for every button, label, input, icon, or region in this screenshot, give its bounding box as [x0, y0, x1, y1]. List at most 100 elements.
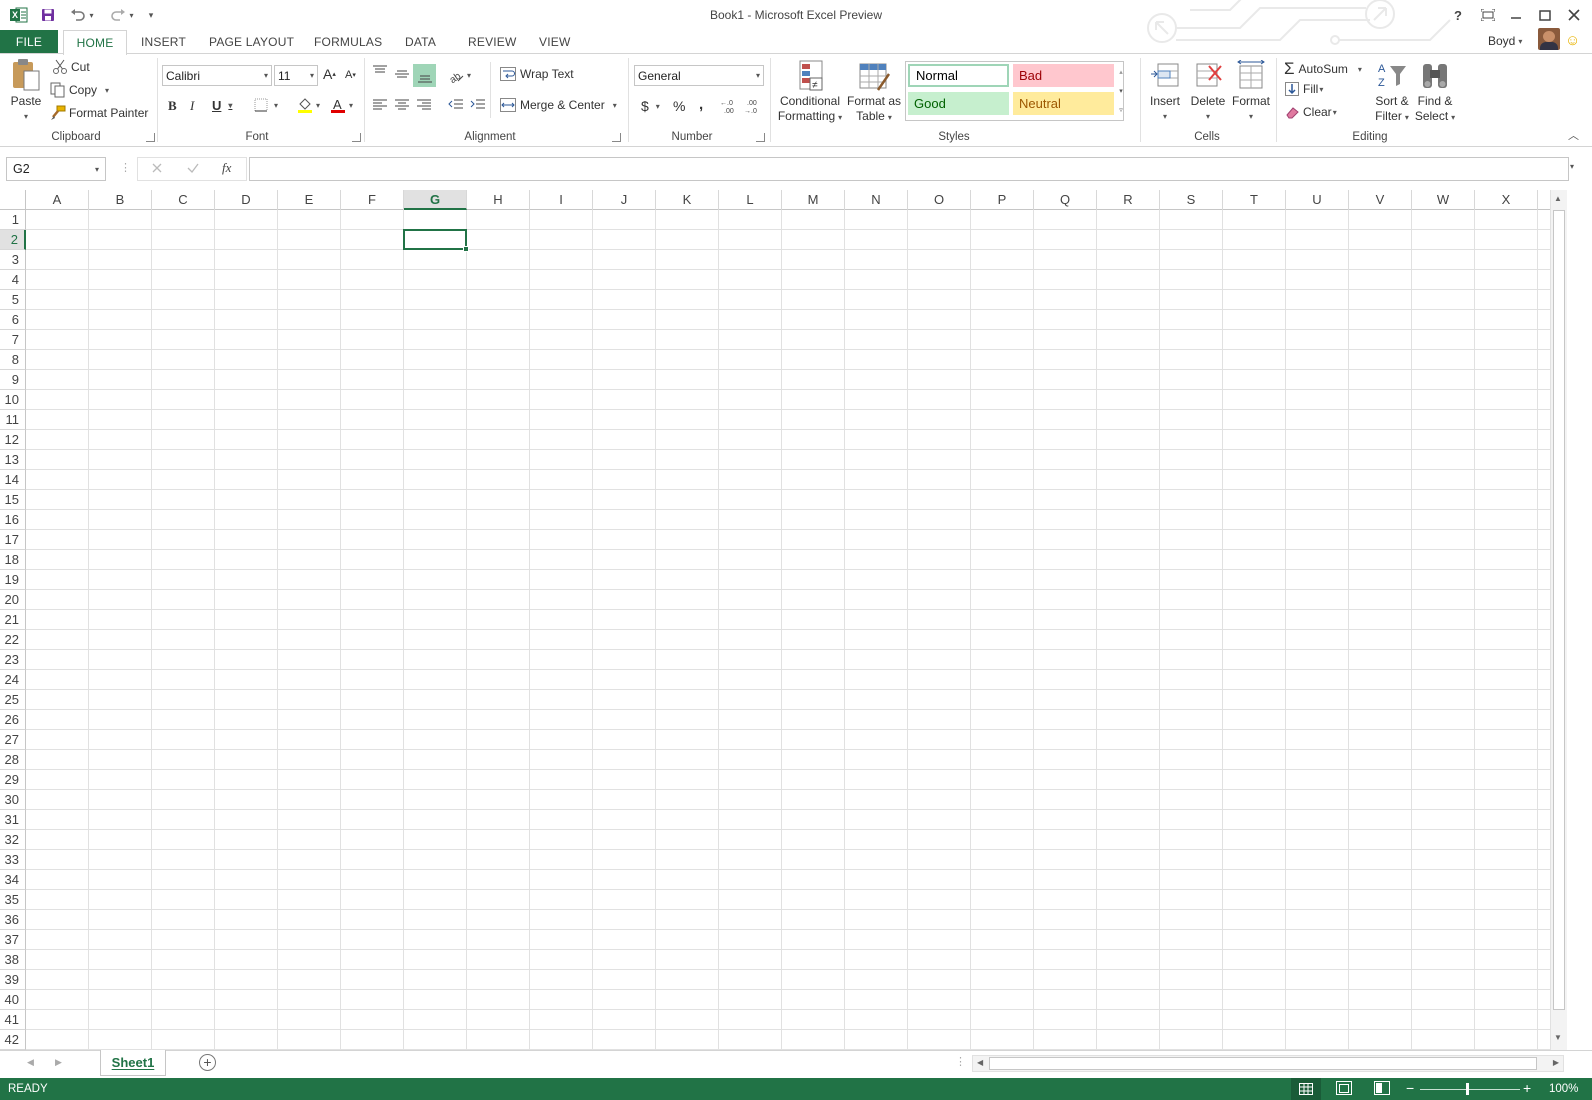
tab-insert[interactable]: INSERT: [129, 30, 198, 54]
tab-view[interactable]: VIEW: [527, 30, 582, 54]
delete-cells-button[interactable]: Delete ▾: [1188, 60, 1228, 124]
style-normal[interactable]: Normal: [908, 64, 1009, 87]
increase-indent-icon[interactable]: [470, 98, 486, 115]
sort-filter-button[interactable]: AZ Sort & Filter ▾: [1372, 60, 1412, 125]
name-box[interactable]: G2 ▾: [6, 157, 106, 181]
column-header-e[interactable]: E: [278, 190, 341, 210]
column-header-v[interactable]: V: [1349, 190, 1412, 210]
normal-view-icon[interactable]: [1291, 1078, 1321, 1100]
tab-formulas[interactable]: FORMULAS: [302, 30, 394, 54]
italic-button[interactable]: I: [190, 98, 194, 114]
row-header-30[interactable]: 30: [0, 790, 26, 810]
column-header-p[interactable]: P: [971, 190, 1034, 210]
middle-align-icon[interactable]: [394, 67, 410, 86]
column-header-w[interactable]: W: [1412, 190, 1475, 210]
borders-button[interactable]: ▾: [254, 98, 278, 112]
fill-handle[interactable]: [463, 246, 469, 252]
column-header-l[interactable]: L: [719, 190, 782, 210]
row-header-18[interactable]: 18: [0, 550, 26, 570]
row-header-25[interactable]: 25: [0, 690, 26, 710]
tab-split-grip-icon[interactable]: ⋮: [955, 1055, 966, 1068]
column-header-s[interactable]: S: [1160, 190, 1223, 210]
row-header-4[interactable]: 4: [0, 270, 26, 290]
minimize-icon[interactable]: [1502, 4, 1530, 26]
row-header-38[interactable]: 38: [0, 950, 26, 970]
row-header-27[interactable]: 27: [0, 730, 26, 750]
gallery-scroll-down-icon[interactable]: ▾: [1117, 82, 1125, 101]
name-box-dropdown-icon[interactable]: ▾: [95, 165, 99, 174]
cancel-entry-icon[interactable]: [151, 161, 163, 178]
zoom-level[interactable]: 100%: [1549, 1083, 1578, 1095]
row-header-33[interactable]: 33: [0, 850, 26, 870]
vertical-scrollbar[interactable]: ▲ ▼: [1550, 190, 1567, 1050]
fill-color-button[interactable]: ▾: [297, 97, 320, 113]
align-right-icon[interactable]: [416, 98, 432, 115]
tab-data[interactable]: DATA: [393, 30, 448, 54]
selected-cell[interactable]: [403, 229, 469, 252]
row-header-37[interactable]: 37: [0, 930, 26, 950]
row-header-41[interactable]: 41: [0, 1010, 26, 1030]
gallery-more-icon[interactable]: ▿: [1117, 101, 1125, 120]
prev-sheet-icon[interactable]: ◀: [27, 1057, 34, 1068]
enter-checkmark-icon[interactable]: [186, 161, 200, 178]
column-header-t[interactable]: T: [1223, 190, 1286, 210]
help-button[interactable]: ?: [1444, 4, 1472, 26]
row-header-29[interactable]: 29: [0, 770, 26, 790]
increase-font-size-icon[interactable]: A ▴: [323, 66, 336, 82]
autosum-button[interactable]: Σ AutoSum ▾: [1284, 59, 1362, 79]
conditional-formatting-button[interactable]: ≠ Conditional Formatting ▾: [774, 60, 846, 125]
row-header-15[interactable]: 15: [0, 490, 26, 510]
wrap-text-button[interactable]: Wrap Text: [500, 67, 574, 81]
row-header-8[interactable]: 8: [0, 350, 26, 370]
tab-file[interactable]: FILE: [0, 30, 58, 54]
row-header-6[interactable]: 6: [0, 310, 26, 330]
row-header-11[interactable]: 11: [0, 410, 26, 430]
number-dialog-launcher[interactable]: [756, 133, 765, 142]
row-header-7[interactable]: 7: [0, 330, 26, 350]
row-header-36[interactable]: 36: [0, 910, 26, 930]
cut-button[interactable]: Cut: [52, 59, 90, 75]
page-layout-view-icon[interactable]: [1336, 1081, 1352, 1098]
smiley-feedback-icon[interactable]: ☺: [1565, 32, 1580, 49]
sheet-tab-sheet1[interactable]: Sheet1: [100, 1050, 166, 1076]
font-color-button[interactable]: A ▾: [330, 97, 353, 114]
increase-decimal-icon[interactable]: ←.0.00: [720, 97, 740, 118]
row-header-19[interactable]: 19: [0, 570, 26, 590]
currency-button[interactable]: $ ▾: [641, 98, 660, 114]
bold-button[interactable]: B: [168, 98, 177, 114]
number-format-combo[interactable]: General ▾: [634, 65, 764, 86]
row-header-35[interactable]: 35: [0, 890, 26, 910]
copy-button[interactable]: Copy ▾: [50, 82, 109, 98]
column-header-u[interactable]: U: [1286, 190, 1349, 210]
row-header-17[interactable]: 17: [0, 530, 26, 550]
row-header-31[interactable]: 31: [0, 810, 26, 830]
column-header-j[interactable]: J: [593, 190, 656, 210]
row-header-22[interactable]: 22: [0, 630, 26, 650]
decrease-indent-icon[interactable]: [448, 98, 464, 115]
clear-button[interactable]: Clear ▾: [1285, 105, 1337, 119]
align-center-icon[interactable]: [394, 98, 410, 115]
insert-function-icon[interactable]: fx: [222, 160, 231, 176]
zoom-slider[interactable]: [1420, 1089, 1520, 1090]
underline-button[interactable]: U ▾: [212, 98, 232, 113]
zoom-out-icon[interactable]: −: [1406, 1080, 1414, 1096]
formula-input[interactable]: [249, 157, 1569, 181]
row-header-39[interactable]: 39: [0, 970, 26, 990]
row-header-2[interactable]: 2: [0, 230, 26, 250]
row-header-42[interactable]: 42: [0, 1030, 26, 1050]
row-header-16[interactable]: 16: [0, 510, 26, 530]
row-header-1[interactable]: 1: [0, 210, 26, 230]
avatar[interactable]: [1538, 28, 1560, 50]
column-header-d[interactable]: D: [215, 190, 278, 210]
tab-page-layout[interactable]: PAGE LAYOUT: [197, 30, 306, 54]
fill-button[interactable]: Fill ▾: [1285, 82, 1323, 96]
style-bad[interactable]: Bad: [1013, 64, 1114, 87]
column-header-b[interactable]: B: [89, 190, 152, 210]
cells-area[interactable]: [26, 210, 1567, 1050]
row-header-21[interactable]: 21: [0, 610, 26, 630]
scroll-right-icon[interactable]: ▶: [1553, 1058, 1559, 1067]
column-header-m[interactable]: M: [782, 190, 845, 210]
column-header-o[interactable]: O: [908, 190, 971, 210]
tab-home[interactable]: HOME: [63, 30, 127, 55]
column-header-c[interactable]: C: [152, 190, 215, 210]
